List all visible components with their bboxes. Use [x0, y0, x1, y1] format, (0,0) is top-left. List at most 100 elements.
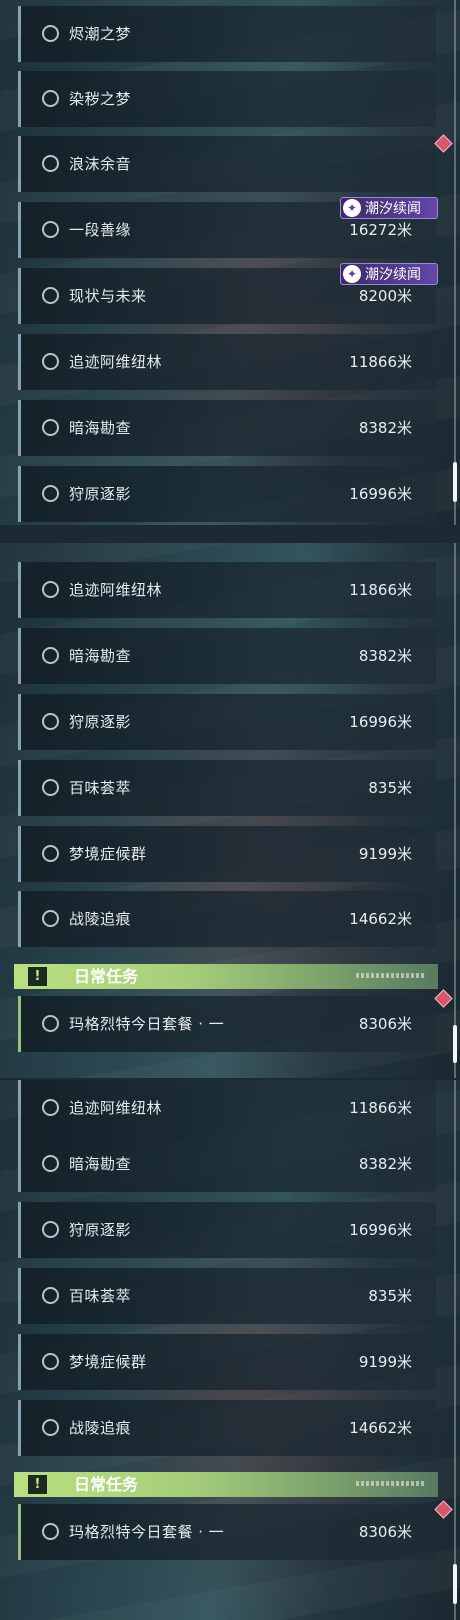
quest-status-circle-icon [42, 25, 59, 42]
daily-tasks-header[interactable]: ! 日常任务 [14, 1472, 438, 1497]
quest-list-panel-3: 追迹阿维纽林 11866米 暗海勘查 8382米 狩原逐影 16996米 百味荟… [0, 1080, 460, 1620]
tag-label: 潮汐续闻 [365, 267, 421, 283]
quest-status-circle-icon [42, 647, 59, 664]
quest-status-circle-icon [42, 353, 59, 370]
quest-distance: 9199米 [358, 1353, 412, 1371]
quest-distance: 8382米 [358, 419, 412, 437]
quest-name: 梦境症候群 [69, 845, 147, 863]
quest-status-circle-icon [42, 419, 59, 436]
quest-status-circle-icon [42, 1155, 59, 1172]
quest-row[interactable]: 梦境症候群 9199米 [18, 1334, 436, 1390]
quest-distance: 9199米 [358, 845, 412, 863]
quest-distance: 11866米 [349, 1099, 412, 1117]
quest-row[interactable]: 追迹阿维纽林 11866米 [18, 1080, 436, 1136]
quest-distance: 11866米 [349, 581, 412, 599]
gem-marker-icon [434, 1500, 453, 1519]
daily-quest-row[interactable]: 玛格烈特今日套餐 · 一 8306米 [18, 996, 436, 1052]
quest-status-circle-icon [42, 1523, 59, 1540]
quest-name: 玛格烈特今日套餐 · 一 [69, 1523, 225, 1541]
quest-distance: 11866米 [349, 353, 412, 371]
quest-name: 梦境症候群 [69, 1353, 147, 1371]
quest-name: 现状与未来 [69, 287, 147, 305]
quest-name: 染秽之梦 [69, 90, 132, 108]
quest-name: 玛格烈特今日套餐 · 一 [69, 1015, 225, 1033]
quest-row[interactable]: 狩原逐影 16996米 [18, 694, 436, 750]
quest-name: 百味荟萃 [69, 1287, 132, 1305]
gem-marker-icon [434, 989, 453, 1008]
scrollbar-track[interactable] [454, 1080, 456, 1620]
quest-status-circle-icon [42, 713, 59, 730]
quest-status-circle-icon [42, 1015, 59, 1032]
quest-row[interactable]: 追迹阿维纽林 11866米 [18, 334, 436, 390]
quest-name: 战陵追痕 [69, 910, 132, 928]
scrollbar-thumb[interactable] [453, 462, 457, 502]
quest-status-circle-icon [42, 581, 59, 598]
quest-name: 暗海勘查 [69, 647, 132, 665]
quest-name: 狩原逐影 [69, 485, 132, 503]
quest-row[interactable]: 染秽之梦 [18, 71, 436, 127]
quest-row[interactable]: 百味荟萃 835米 [18, 1268, 436, 1324]
quest-row[interactable]: 暗海勘查 8382米 [18, 1136, 436, 1192]
quest-distance: 16996米 [349, 713, 412, 731]
quest-distance: 16996米 [349, 1221, 412, 1239]
quest-distance: 14662米 [349, 910, 412, 928]
tidal-sequel-tag: ✦ 潮汐续闻 [340, 197, 438, 219]
quest-status-circle-icon [42, 1419, 59, 1436]
scrollbar-track[interactable] [454, 0, 456, 525]
daily-tasks-title: 日常任务 [74, 967, 139, 986]
quest-row[interactable]: 暗海勘查 8382米 [18, 628, 436, 684]
quest-status-circle-icon [42, 1287, 59, 1304]
scrollbar-thumb[interactable] [453, 1025, 457, 1063]
quest-name: 狩原逐影 [69, 1221, 132, 1239]
decorative-stripe [356, 973, 426, 978]
scrollbar-thumb[interactable] [453, 1564, 457, 1604]
quest-status-circle-icon [42, 1099, 59, 1116]
quest-status-circle-icon [42, 779, 59, 796]
quest-name: 狩原逐影 [69, 713, 132, 731]
quest-status-circle-icon [42, 155, 59, 172]
quest-row[interactable]: 浪沫余音 [18, 136, 436, 192]
quest-row[interactable]: 烬潮之梦 [18, 6, 436, 62]
quest-row[interactable]: 狩原逐影 16996米 [18, 466, 436, 522]
quest-name: 百味荟萃 [69, 779, 132, 797]
quest-distance: 8306米 [358, 1523, 412, 1541]
quest-distance: 8382米 [358, 1155, 412, 1173]
quest-row[interactable]: 暗海勘查 8382米 [18, 400, 436, 456]
exclamation-icon: ! [28, 1475, 47, 1494]
quest-distance: 14662米 [349, 1419, 412, 1437]
exclamation-icon: ! [28, 967, 47, 986]
quest-distance: 835米 [368, 1287, 412, 1305]
quest-name: 浪沫余音 [69, 155, 132, 173]
gem-marker-icon [434, 134, 453, 153]
quest-row[interactable]: 百味荟萃 835米 [18, 760, 436, 816]
quest-list-panel-1: 烬潮之梦 染秽之梦 浪沫余音 一段善缘 16272米 现状与未来 8200米 追… [0, 0, 460, 525]
quest-row[interactable]: 梦境症候群 9199米 [18, 826, 436, 882]
quest-name: 一段善缘 [69, 221, 132, 239]
swirl-emblem-icon: ✦ [343, 199, 361, 217]
swirl-emblem-icon: ✦ [343, 265, 361, 283]
quest-distance: 8382米 [358, 647, 412, 665]
daily-tasks-header[interactable]: ! 日常任务 [14, 964, 438, 989]
quest-name: 暗海勘查 [69, 419, 132, 437]
quest-name: 战陵追痕 [69, 1419, 132, 1437]
quest-status-circle-icon [42, 485, 59, 502]
quest-status-circle-icon [42, 845, 59, 862]
quest-row[interactable]: 战陵追痕 14662米 [18, 1400, 436, 1456]
quest-name: 追迹阿维纽林 [69, 1099, 163, 1117]
quest-status-circle-icon [42, 910, 59, 927]
quest-name: 暗海勘查 [69, 1155, 132, 1173]
quest-status-circle-icon [42, 287, 59, 304]
quest-status-circle-icon [42, 1221, 59, 1238]
daily-quest-row[interactable]: 玛格烈特今日套餐 · 一 8306米 [18, 1504, 436, 1560]
quest-row[interactable]: 狩原逐影 16996米 [18, 1202, 436, 1258]
daily-tasks-title: 日常任务 [74, 1475, 139, 1494]
quest-status-circle-icon [42, 221, 59, 238]
quest-list-panel-2: 追迹阿维纽林 11866米 暗海勘查 8382米 狩原逐影 16996米 百味荟… [0, 543, 460, 1078]
quest-distance: 835米 [368, 779, 412, 797]
quest-status-circle-icon [42, 90, 59, 107]
quest-status-circle-icon [42, 1353, 59, 1370]
scrollbar-track[interactable] [454, 543, 456, 1078]
decorative-stripe [356, 1481, 426, 1486]
quest-row[interactable]: 追迹阿维纽林 11866米 [18, 562, 436, 618]
quest-row[interactable]: 战陵追痕 14662米 [18, 891, 436, 947]
